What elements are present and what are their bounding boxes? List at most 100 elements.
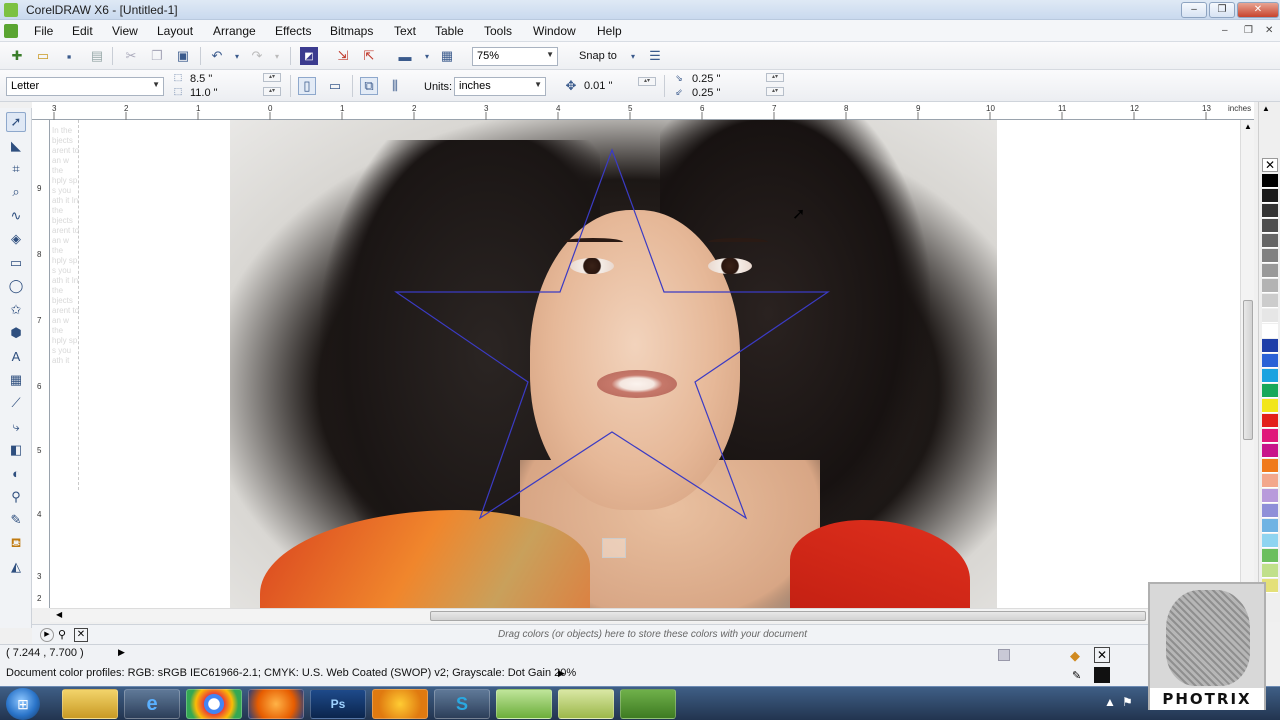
tray-action-center-icon[interactable]: ⚑ [1122, 695, 1133, 709]
color-swatch[interactable] [1262, 294, 1278, 308]
menu-edit[interactable]: Edit [72, 24, 93, 38]
connector-tool-icon[interactable]: ⤷ [6, 417, 26, 437]
height-spinner[interactable]: ▴▾ [263, 87, 281, 96]
minimize-button[interactable]: – [1181, 2, 1207, 18]
fill-none-swatch[interactable]: ✕ [1094, 647, 1110, 663]
menu-window[interactable]: Window [533, 24, 576, 38]
color-swatch[interactable] [1262, 189, 1278, 203]
eyedropper-tool-icon[interactable]: ⚲ [6, 487, 26, 507]
duplicate-y-spinner[interactable]: ▴▾ [766, 87, 784, 96]
nudge-distance-input[interactable]: 0.01 " [584, 80, 612, 92]
maximize-button[interactable]: ❐ [1209, 2, 1235, 18]
fill-indicator-icon[interactable]: ◆ [1070, 648, 1080, 664]
outline-color-swatch[interactable] [1094, 667, 1110, 683]
search-content-icon[interactable]: ◩ [300, 47, 318, 65]
taskbar-recorder[interactable] [620, 689, 676, 719]
play-icon[interactable]: ▶ [118, 647, 125, 658]
doc-close-button[interactable]: ✕ [1265, 25, 1273, 36]
outline-pen-icon[interactable]: ✎ [6, 510, 26, 530]
transparency-tool-icon[interactable]: ◐ [6, 463, 26, 483]
color-swatch[interactable] [1262, 504, 1278, 518]
menu-table[interactable]: Table [435, 24, 464, 38]
options-icon[interactable]: ☰ [646, 47, 664, 65]
taskbar-skype[interactable]: S [434, 689, 490, 719]
paste-icon[interactable]: ▣ [174, 47, 192, 65]
palette-scroll-up-icon[interactable]: ▲ [1262, 104, 1270, 113]
page-height-input[interactable]: 11.0 " [190, 87, 218, 99]
taskbar-corel-capture[interactable] [558, 689, 614, 719]
color-swatch[interactable] [1262, 534, 1278, 548]
smart-fill-icon[interactable]: ◈ [6, 229, 26, 249]
color-swatch[interactable] [1262, 204, 1278, 218]
vertical-scroll-thumb[interactable] [1243, 300, 1253, 440]
pick-tool-icon[interactable]: ➚ [6, 112, 26, 132]
rectangle-tool-icon[interactable]: ▭ [6, 253, 26, 273]
text-tool-icon[interactable]: A [6, 346, 26, 366]
no-color-swatch[interactable]: ✕ [1262, 158, 1278, 172]
current-page-icon[interactable]: ⫼ [386, 77, 404, 95]
color-swatch[interactable] [1262, 249, 1278, 263]
polygon-tool-icon[interactable]: ✩ [6, 300, 26, 320]
taskbar-explorer[interactable] [62, 689, 118, 719]
color-swatch[interactable] [1262, 474, 1278, 488]
ellipse-tool-icon[interactable]: ◯ [6, 276, 26, 296]
color-swatch[interactable] [1262, 219, 1278, 233]
save-icon[interactable]: ▪ [60, 47, 78, 65]
color-profiles-text[interactable]: Document color profiles: RGB: sRGB IEC61… [6, 667, 576, 679]
start-button[interactable]: ⊞ [6, 688, 40, 720]
horizontal-scroll-thumb[interactable] [430, 611, 1146, 621]
menu-layout[interactable]: Layout [157, 24, 193, 38]
star-shape[interactable] [50, 120, 1254, 608]
menu-help[interactable]: Help [597, 24, 622, 38]
table-tool-icon[interactable]: ▦ [6, 370, 26, 390]
color-swatch[interactable] [1262, 519, 1278, 533]
duplicate-x-spinner[interactable]: ▴▾ [766, 73, 784, 82]
shape-tool-icon[interactable]: ◣ [6, 136, 26, 156]
horizontal-ruler[interactable]: 3 2 1 0 1 2 3 4 5 6 7 8 9 10 11 12 13 in… [32, 102, 1254, 120]
color-swatch[interactable] [1262, 369, 1278, 383]
taskbar-internet-explorer[interactable]: e [124, 689, 180, 719]
application-launcher-icon[interactable]: ▬ [396, 47, 414, 65]
document-palette[interactable]: ▶ ⚲ ✕ Drag colors (or objects) here to s… [32, 624, 1148, 644]
palette-menu-icon[interactable]: ▶ [40, 628, 54, 642]
vertical-ruler[interactable]: 9 8 7 6 5 4 3 2 [32, 120, 50, 608]
taskbar-media-player[interactable] [372, 689, 428, 719]
launcher-dropdown-icon[interactable]: ▾ [418, 47, 436, 65]
tray-show-hidden-icon[interactable]: ▲ [1104, 695, 1116, 709]
snap-to-button[interactable]: Snap to [579, 50, 617, 62]
nudge-spinner[interactable]: ▴▾ [638, 77, 656, 86]
new-icon[interactable]: ✚ [8, 47, 26, 65]
fill-tool-icon[interactable]: ⛾ [6, 534, 26, 554]
taskbar-coreldraw[interactable] [496, 689, 552, 719]
width-spinner[interactable]: ▴▾ [263, 73, 281, 82]
blend-tool-icon[interactable]: ◧ [6, 440, 26, 460]
page-size-combo[interactable]: Letter ▼ [6, 77, 164, 96]
coreldraw-app-icon[interactable] [4, 3, 18, 17]
zoom-tool-icon[interactable]: ⌕ [6, 182, 26, 202]
color-swatch[interactable] [1262, 309, 1278, 323]
color-swatch[interactable] [1262, 264, 1278, 278]
color-swatch[interactable] [1262, 489, 1278, 503]
drawing-canvas[interactable]: In the bjects arent to an w the hply sp … [50, 120, 1254, 608]
units-combo[interactable]: inches ▼ [454, 77, 546, 96]
color-swatch[interactable] [1262, 354, 1278, 368]
basic-shapes-icon[interactable]: ⬢ [6, 323, 26, 343]
color-swatch[interactable] [1262, 444, 1278, 458]
color-swatch[interactable] [1262, 414, 1278, 428]
freehand-tool-icon[interactable]: ∿ [6, 206, 26, 226]
profiles-arrow-icon[interactable]: ▶ [558, 668, 565, 679]
import-icon[interactable]: ⇲ [334, 47, 352, 65]
taskbar-chrome[interactable] [186, 689, 242, 719]
open-icon[interactable]: ▭ [34, 47, 52, 65]
color-swatch[interactable] [1262, 549, 1278, 563]
all-pages-icon[interactable]: ⧉ [360, 77, 378, 95]
color-swatch[interactable] [1262, 399, 1278, 413]
print-icon[interactable]: ▤ [88, 47, 106, 65]
duplicate-y-input[interactable]: 0.25 " [692, 87, 720, 99]
vertical-scrollbar[interactable]: ▲ [1240, 120, 1254, 608]
page-width-input[interactable]: 8.5 " [190, 73, 212, 85]
copy-icon[interactable]: ❐ [148, 47, 166, 65]
no-color-icon[interactable]: ✕ [74, 628, 88, 642]
snap-dropdown-icon[interactable]: ▾ [624, 47, 642, 65]
redo-icon[interactable]: ↷ [248, 47, 266, 65]
